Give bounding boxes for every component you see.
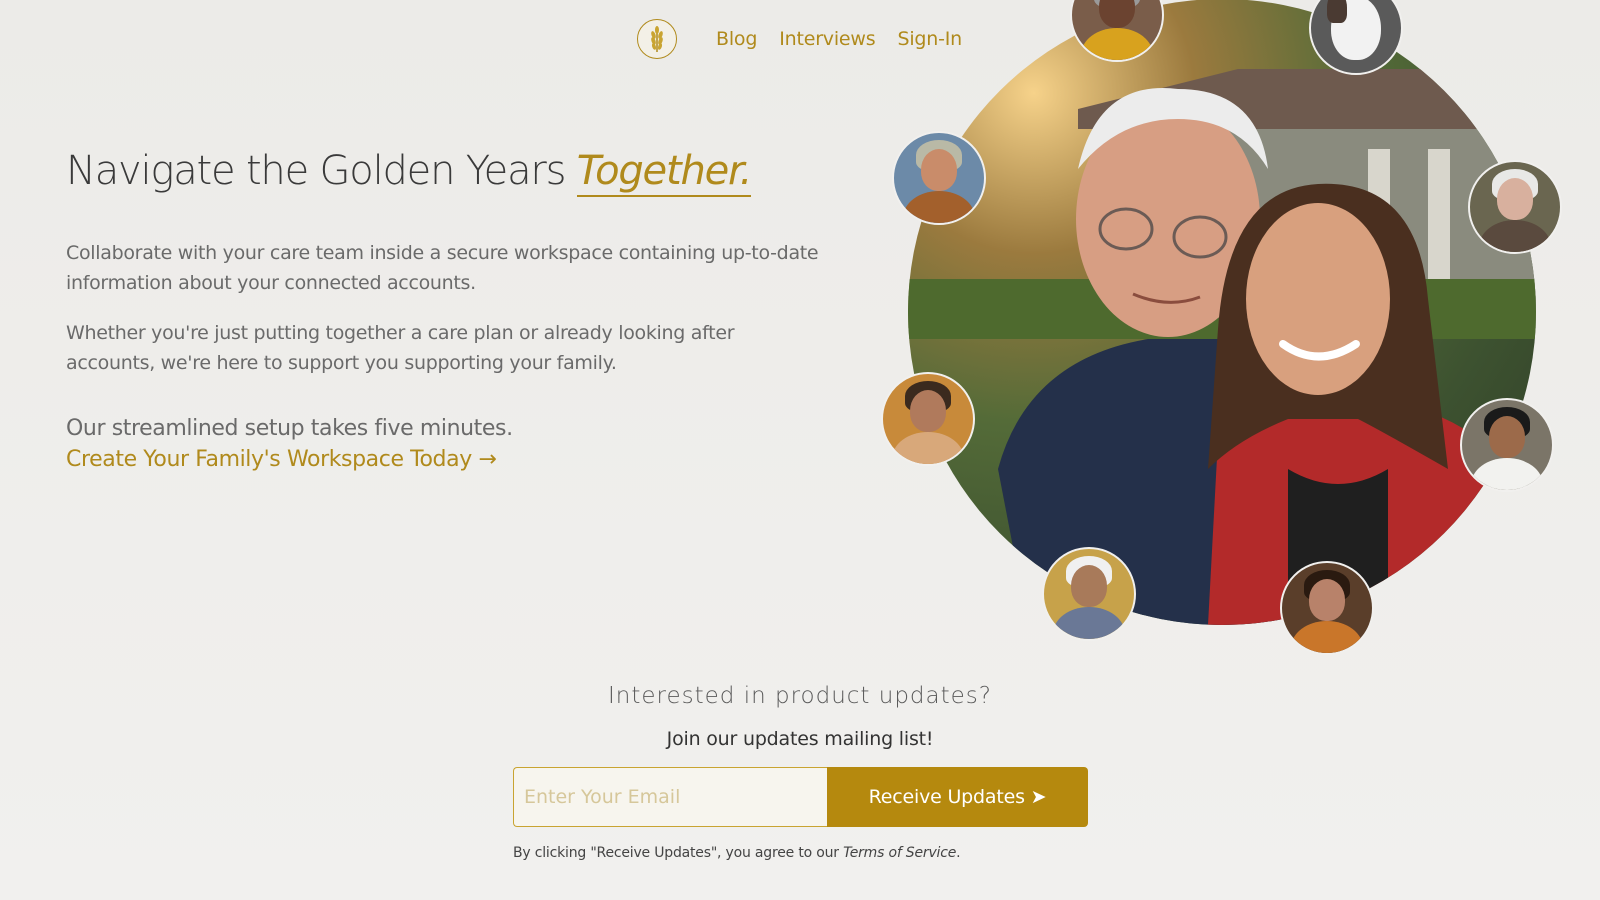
avatar-elderly-woman [1468, 160, 1562, 254]
newsletter-form: Receive Updates ➤ [513, 767, 1088, 827]
newsletter-subtitle: Join our updates mailing list! [666, 728, 934, 750]
hero-title: Navigate the Golden Years Together. [66, 148, 752, 197]
create-workspace-link[interactable]: Create Your Family's Workspace Today → [66, 447, 497, 472]
hero-title-accent: Together. [576, 148, 752, 197]
terms-of-service-link[interactable]: Terms of Service [843, 845, 956, 861]
top-nav: Blog Interviews Sign-In [716, 28, 962, 50]
avatar-woman-scarf [1070, 0, 1164, 62]
avatar-man-plaid [1042, 547, 1136, 641]
hero-paragraph-2: Whether you're just putting together a c… [66, 322, 735, 374]
setup-text: Our streamlined setup takes five minutes… [66, 416, 513, 441]
terms-notice: By clicking "Receive Updates", you agree… [513, 845, 961, 861]
avatar-woman-headband [881, 372, 975, 466]
logo[interactable] [637, 19, 677, 59]
receive-updates-button[interactable]: Receive Updates ➤ [827, 767, 1088, 827]
email-field[interactable] [513, 767, 827, 827]
wheat-icon [651, 26, 663, 52]
avatar-man-glasses [1460, 398, 1554, 492]
avatar-man-cap [892, 131, 986, 225]
terms-suffix: . [956, 845, 961, 861]
hero-paragraph-1: Collaborate with your care team inside a… [66, 242, 819, 294]
avatar-woman-curly [1280, 561, 1374, 655]
newsletter-title: Interested in product updates? [608, 683, 992, 709]
nav-link-interviews[interactable]: Interviews [779, 28, 875, 50]
nav-link-blog[interactable]: Blog [716, 28, 757, 50]
hero-photo [908, 0, 1536, 625]
terms-prefix: By clicking "Receive Updates", you agree… [513, 845, 844, 861]
hero-title-main: Navigate the Golden Years [66, 148, 566, 194]
nav-link-sign-in[interactable]: Sign-In [897, 28, 962, 50]
